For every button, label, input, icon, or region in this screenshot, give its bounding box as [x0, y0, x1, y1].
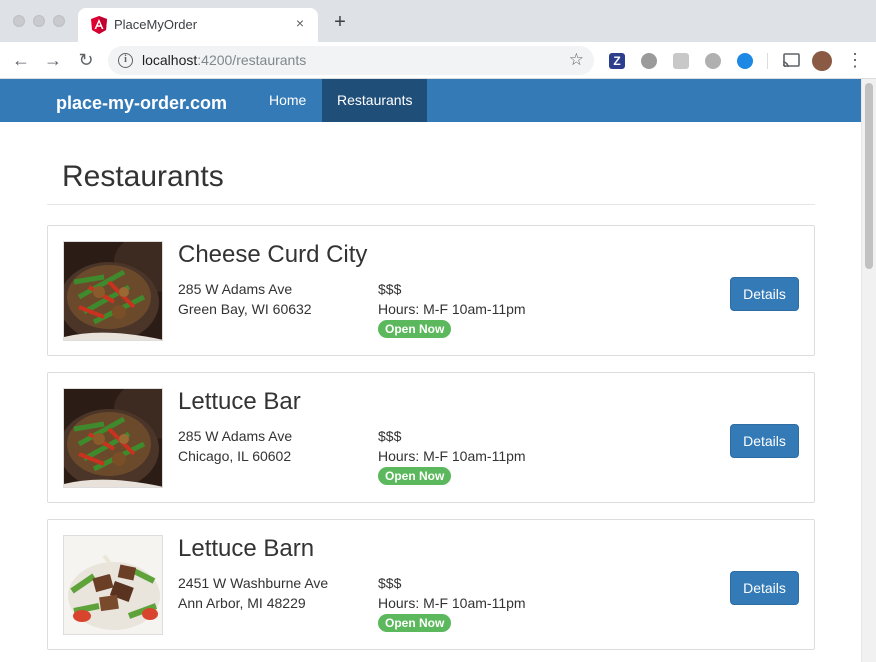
- nav-home-link[interactable]: Home: [254, 79, 321, 122]
- address-city: Ann Arbor, MI 48229: [178, 595, 306, 611]
- browser-menu-icon[interactable]: ⋮: [844, 49, 866, 71]
- browser-tab-bar: PlaceMyOrder × +: [0, 0, 876, 42]
- url-host: localhost: [142, 52, 198, 68]
- browser-toolbar: ← → ↻ i localhost:4200/restaurants ☆ Z ⋮: [0, 42, 876, 79]
- page-scrollbar[interactable]: [861, 79, 876, 662]
- price-range: $$$: [378, 428, 402, 444]
- restaurant-info: $$$ Hours: M-F 10am-11pm: [378, 573, 526, 613]
- open-now-badge: Open Now: [378, 467, 452, 485]
- scrollbar-thumb[interactable]: [865, 83, 873, 269]
- restaurant-info: $$$ Hours: M-F 10am-11pm: [378, 426, 526, 466]
- browser-tab[interactable]: PlaceMyOrder ×: [78, 8, 318, 42]
- close-tab-icon[interactable]: ×: [292, 15, 308, 31]
- details-button[interactable]: Details: [730, 277, 799, 311]
- toolbar-divider: [767, 53, 768, 69]
- maximize-window-button[interactable]: [53, 15, 65, 27]
- restaurant-name: Lettuce Bar: [178, 388, 301, 415]
- restaurant-name: Lettuce Barn: [178, 535, 315, 562]
- back-arrow-icon[interactable]: ←: [10, 49, 32, 71]
- restaurant-info: $$$ Hours: M-F 10am-11pm: [378, 279, 526, 319]
- hours-text: Hours: M-F 10am-11pm: [378, 301, 526, 317]
- circle-extension-icon[interactable]: [641, 53, 657, 69]
- page-title: Restaurants: [62, 160, 224, 193]
- restaurant-address: 2451 W Washburne Ave Ann Arbor, MI 48229: [178, 573, 328, 613]
- address-bar[interactable]: i localhost:4200/restaurants ☆: [108, 46, 594, 75]
- url-text[interactable]: localhost:4200/restaurants: [142, 52, 306, 68]
- rss-extension-icon[interactable]: [673, 53, 689, 69]
- angular-icon: [91, 16, 107, 34]
- restaurant-image: [63, 535, 163, 635]
- restaurant-card: Lettuce Barn 2451 W Washburne Ave Ann Ar…: [47, 519, 815, 650]
- reload-icon[interactable]: ↻: [75, 49, 97, 71]
- address-street: 285 W Adams Ave: [178, 281, 293, 297]
- restaurant-image: [63, 388, 163, 488]
- open-now-badge: Open Now: [378, 320, 452, 338]
- cookie-extension-icon[interactable]: [705, 53, 721, 69]
- url-path: :4200/restaurants: [197, 52, 307, 68]
- address-city: Chicago, IL 60602: [178, 448, 292, 464]
- restaurant-card: Cheese Curd City 285 W Adams Ave Green B…: [47, 225, 815, 356]
- z-extension-icon[interactable]: Z: [609, 53, 625, 69]
- details-button[interactable]: Details: [730, 424, 799, 458]
- restaurant-name: Cheese Curd City: [178, 241, 368, 268]
- forward-arrow-icon[interactable]: →: [42, 49, 64, 71]
- details-button[interactable]: Details: [730, 571, 799, 605]
- price-range: $$$: [378, 575, 402, 591]
- brand-logo-text[interactable]: place-my-order.com: [56, 93, 227, 114]
- video-extension-icon[interactable]: [737, 53, 753, 69]
- hours-text: Hours: M-F 10am-11pm: [378, 448, 526, 464]
- bookmark-star-icon[interactable]: ☆: [569, 50, 584, 70]
- restaurant-image: [63, 241, 163, 341]
- restaurant-address: 285 W Adams Ave Chicago, IL 60602: [178, 426, 292, 466]
- minimize-window-button[interactable]: [33, 15, 45, 27]
- restaurant-address: 285 W Adams Ave Green Bay, WI 60632: [178, 279, 312, 319]
- hours-text: Hours: M-F 10am-11pm: [378, 595, 526, 611]
- tab-title: PlaceMyOrder: [114, 17, 198, 32]
- restaurant-card: Lettuce Bar 285 W Adams Ave Chicago, IL …: [47, 372, 815, 503]
- address-street: 2451 W Washburne Ave: [178, 575, 329, 591]
- title-divider: [47, 204, 815, 205]
- address-street: 285 W Adams Ave: [178, 428, 293, 444]
- nav-restaurants-link[interactable]: Restaurants: [322, 79, 428, 122]
- open-now-badge: Open Now: [378, 614, 452, 632]
- info-icon[interactable]: i: [118, 53, 133, 68]
- new-tab-button[interactable]: +: [330, 12, 350, 32]
- price-range: $$$: [378, 281, 402, 297]
- app-navbar: place-my-order.com Home Restaurants: [0, 79, 861, 122]
- cast-icon[interactable]: [782, 53, 800, 69]
- close-window-button[interactable]: [13, 15, 25, 27]
- address-city: Green Bay, WI 60632: [178, 301, 312, 317]
- profile-avatar[interactable]: [812, 51, 832, 71]
